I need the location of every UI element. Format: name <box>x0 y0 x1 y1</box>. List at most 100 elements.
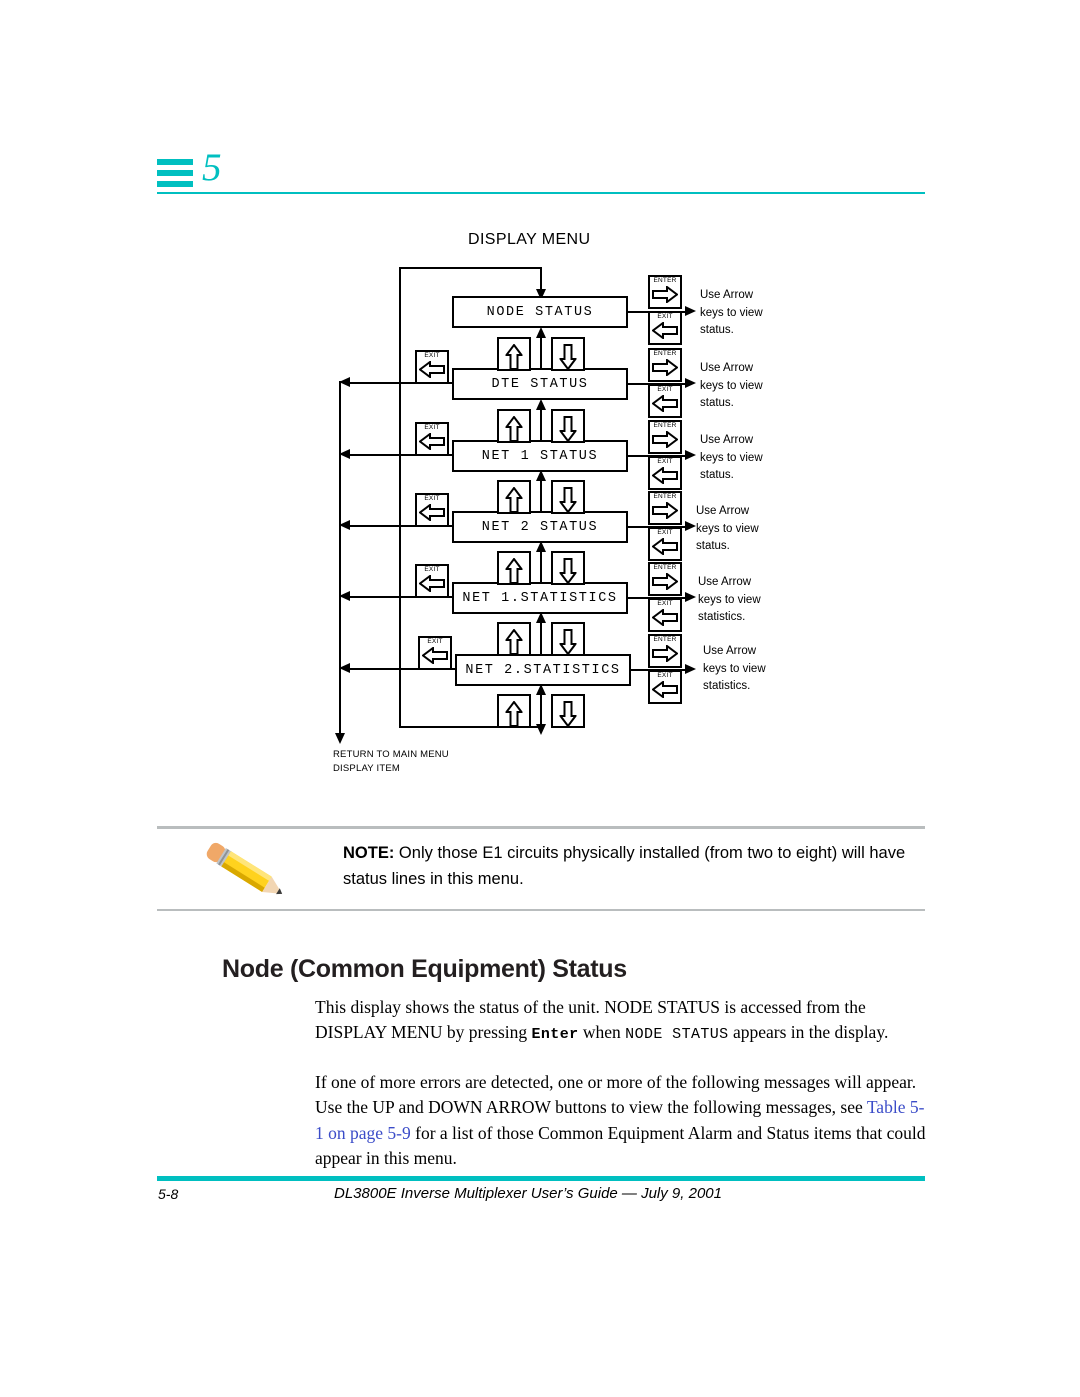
hint-line-1: Use Arrow <box>700 289 754 301</box>
hint-row-3: Use Arrow keys to view status. <box>700 432 800 485</box>
arrow-down-icon <box>559 487 577 513</box>
arrow-down-icon <box>559 558 577 584</box>
up-key-5[interactable] <box>497 622 531 656</box>
menu-box-net-2-status[interactable]: NET 2 STATUS <box>452 511 628 543</box>
enter-key-label: ENTER <box>653 493 677 500</box>
down-key-4[interactable] <box>551 551 585 585</box>
menu-box-net-2-statistics[interactable]: NET 2.STATISTICS <box>455 654 631 686</box>
display-menu-diagram: DISPLAY MENU RETURN TO MAIN MENU DISPLAY… <box>0 215 1080 785</box>
hint-line-3: status. <box>700 324 734 336</box>
note-callout: NOTE: Only those E1 circuits physically … <box>157 826 925 911</box>
exit-key-left-row-5[interactable]: EXIT <box>415 564 449 598</box>
arrow-right-icon <box>652 359 678 376</box>
row-6-right-arrowhead <box>685 663 696 674</box>
chapter-number: 5 <box>202 146 222 189</box>
exit-key-label: EXIT <box>427 638 443 645</box>
enter-key-label: ENTER <box>653 422 677 429</box>
down-key-2[interactable] <box>551 409 585 443</box>
return-caption-line-1: RETURN TO MAIN MENU <box>333 749 449 760</box>
arrow-up-icon <box>505 558 523 584</box>
up-key-3[interactable] <box>497 480 531 514</box>
enter-key-row-1[interactable]: ENTER <box>648 275 682 309</box>
down-key-6[interactable] <box>551 694 585 728</box>
menu-box-node-status[interactable]: NODE STATUS <box>452 296 628 328</box>
exit-key-row-2[interactable]: EXIT <box>648 384 682 418</box>
note-text: NOTE: Only those E1 circuits physically … <box>343 840 913 892</box>
section-heading: Node (Common Equipment) Status <box>222 954 627 983</box>
arrow-right-icon <box>652 502 678 519</box>
exit-key-label: EXIT <box>424 495 440 502</box>
up-key-6[interactable] <box>497 694 531 728</box>
row-1-2-up-arrowhead <box>535 327 546 338</box>
up-key-2[interactable] <box>497 409 531 443</box>
arrow-up-icon <box>505 416 523 442</box>
hint-row-2: Use Arrow keys to view status. <box>700 360 800 413</box>
arrow-left-icon <box>652 322 678 339</box>
note-body: Only those E1 circuits physically instal… <box>343 843 906 888</box>
row-4-left-arrowhead <box>339 520 350 530</box>
up-key-4[interactable] <box>497 551 531 585</box>
exit-key-row-4[interactable]: EXIT <box>648 527 682 561</box>
arrow-up-icon <box>505 701 523 727</box>
exit-key-label: EXIT <box>657 600 673 607</box>
arrow-left-icon <box>419 361 445 378</box>
down-key-1[interactable] <box>551 337 585 371</box>
arrow-down-icon <box>559 344 577 370</box>
exit-key-row-1[interactable]: EXIT <box>648 311 682 345</box>
menu-box-net-1-status[interactable]: NET 1 STATUS <box>452 440 628 472</box>
hint-line-1: Use Arrow <box>700 362 754 374</box>
enter-key-label: ENTER <box>653 277 677 284</box>
arrow-right-icon <box>652 573 678 590</box>
down-key-3[interactable] <box>551 480 585 514</box>
arrow-left-icon <box>422 647 448 664</box>
hint-row-4: Use Arrow keys to view status. <box>696 503 796 556</box>
enter-key-row-2[interactable]: ENTER <box>648 348 682 382</box>
row-3-right-arrowhead <box>685 449 696 460</box>
arrow-left-icon <box>419 575 445 592</box>
hint-line-2: keys to view <box>703 662 766 675</box>
menu-box-net-1-statistics[interactable]: NET 1.STATISTICS <box>452 582 628 614</box>
exit-key-label: EXIT <box>657 386 673 393</box>
exit-key-left-row-3[interactable]: EXIT <box>415 422 449 456</box>
hint-line-2: keys to view <box>696 522 759 535</box>
exit-key-label: EXIT <box>657 458 673 465</box>
exit-key-row-5[interactable]: EXIT <box>648 598 682 632</box>
enter-key-row-6[interactable]: ENTER <box>648 634 682 668</box>
hint-line-2: keys to view <box>700 306 763 319</box>
exit-key-left-row-6[interactable]: EXIT <box>418 636 452 670</box>
enter-key-label: ENTER <box>653 564 677 571</box>
menu-box-dte-status[interactable]: DTE STATUS <box>452 368 628 400</box>
row-5-left-arrowhead <box>339 591 350 601</box>
paragraph-1: This display shows the status of the uni… <box>315 995 927 1048</box>
exit-key-left-row-2[interactable]: EXIT <box>415 350 449 384</box>
par-1-part-3: appears in the display. <box>728 1022 889 1042</box>
footer-page-number: 5-8 <box>158 1186 179 1202</box>
exit-key-left-row-4[interactable]: EXIT <box>415 493 449 527</box>
note-bottom-rule <box>157 908 925 911</box>
hint-line-1: Use Arrow <box>703 645 757 657</box>
enter-key-row-3[interactable]: ENTER <box>648 420 682 454</box>
enter-key-row-5[interactable]: ENTER <box>648 562 682 596</box>
arrow-left-icon <box>652 395 678 412</box>
hint-line-2: keys to view <box>700 451 763 464</box>
arrow-left-icon <box>652 538 678 555</box>
up-key-1[interactable] <box>497 337 531 371</box>
exit-key-row-3[interactable]: EXIT <box>648 456 682 490</box>
exit-key-label: EXIT <box>657 529 673 536</box>
footer-title: DL3800E Inverse Multiplexer User’s Guide… <box>334 1185 722 1202</box>
exit-key-row-6[interactable]: EXIT <box>648 670 682 704</box>
arrow-up-icon <box>505 487 523 513</box>
row-2-3-up-arrowhead <box>535 399 546 410</box>
footer-rule <box>157 1176 925 1181</box>
return-spine <box>339 381 342 737</box>
loop-top-line <box>399 267 542 270</box>
node-status-inline: NODE STATUS <box>625 1026 729 1043</box>
chapter-header-rule <box>157 192 925 194</box>
arrow-up-icon <box>505 629 523 655</box>
arrow-down-icon <box>559 416 577 442</box>
paragraph-2: If one of more errors are detected, one … <box>315 1070 927 1172</box>
row-2-right-arrowhead <box>685 377 696 388</box>
chapter-header: 5 <box>0 0 1080 200</box>
enter-key-row-4[interactable]: ENTER <box>648 491 682 525</box>
down-key-5[interactable] <box>551 622 585 656</box>
